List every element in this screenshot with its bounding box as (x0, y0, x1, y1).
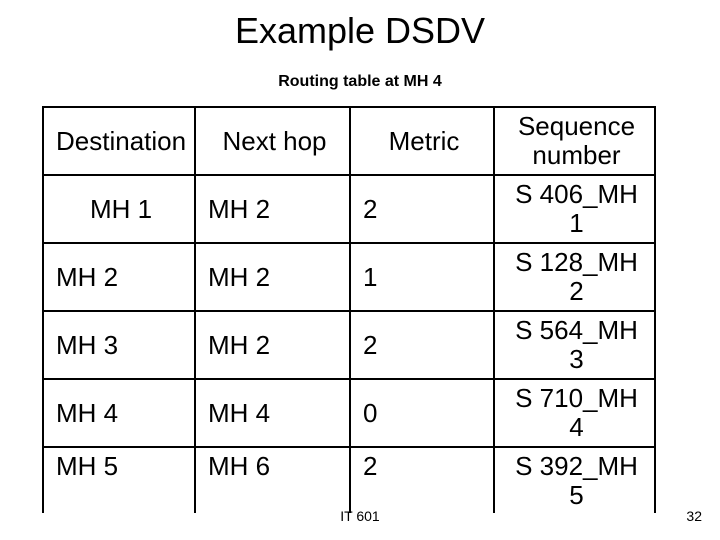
cell-nexthop: MH 2 (195, 311, 350, 379)
cell-nexthop: MH 4 (195, 379, 350, 447)
cell-nexthop: MH 2 (195, 175, 350, 243)
page-number: 32 (686, 508, 702, 524)
cell-sequence: S 406_MH 1 (494, 175, 655, 243)
col-header-nexthop: Next hop (195, 107, 350, 175)
table-row: MH 1 MH 2 2 S 406_MH 1 (43, 175, 655, 243)
cell-destination: MH 1 (43, 175, 195, 243)
col-header-metric: Metric (350, 107, 494, 175)
cell-sequence: S 710_MH 4 (494, 379, 655, 447)
cell-destination: MH 5 (43, 447, 195, 513)
col-header-sequence: Sequence number (494, 107, 655, 175)
slide-title: Example DSDV (0, 10, 720, 52)
cell-metric: 1 (350, 243, 494, 311)
cell-sequence: S 128_MH 2 (494, 243, 655, 311)
cell-sequence: S 392_MH 5 (494, 447, 655, 513)
table-header-row: Destination Next hop Metric Sequence num… (43, 107, 655, 175)
slide: Example DSDV Routing table at MH 4 Desti… (0, 0, 720, 540)
footer-center: IT 601 (0, 508, 720, 524)
cell-destination: MH 4 (43, 379, 195, 447)
cell-nexthop: MH 2 (195, 243, 350, 311)
cell-metric: 0 (350, 379, 494, 447)
table-row: MH 2 MH 2 1 S 128_MH 2 (43, 243, 655, 311)
cell-metric: 2 (350, 311, 494, 379)
slide-subtitle: Routing table at MH 4 (0, 73, 720, 91)
cell-destination: MH 2 (43, 243, 195, 311)
table-row: MH 5 MH 6 2 S 392_MH 5 (43, 447, 655, 513)
cell-metric: 2 (350, 447, 494, 513)
cell-destination: MH 3 (43, 311, 195, 379)
col-header-destination: Destination (43, 107, 195, 175)
table-row: MH 4 MH 4 0 S 710_MH 4 (43, 379, 655, 447)
cell-sequence: S 564_MH 3 (494, 311, 655, 379)
table-row: MH 3 MH 2 2 S 564_MH 3 (43, 311, 655, 379)
cell-metric: 2 (350, 175, 494, 243)
cell-nexthop: MH 6 (195, 447, 350, 513)
routing-table: Destination Next hop Metric Sequence num… (42, 106, 654, 513)
